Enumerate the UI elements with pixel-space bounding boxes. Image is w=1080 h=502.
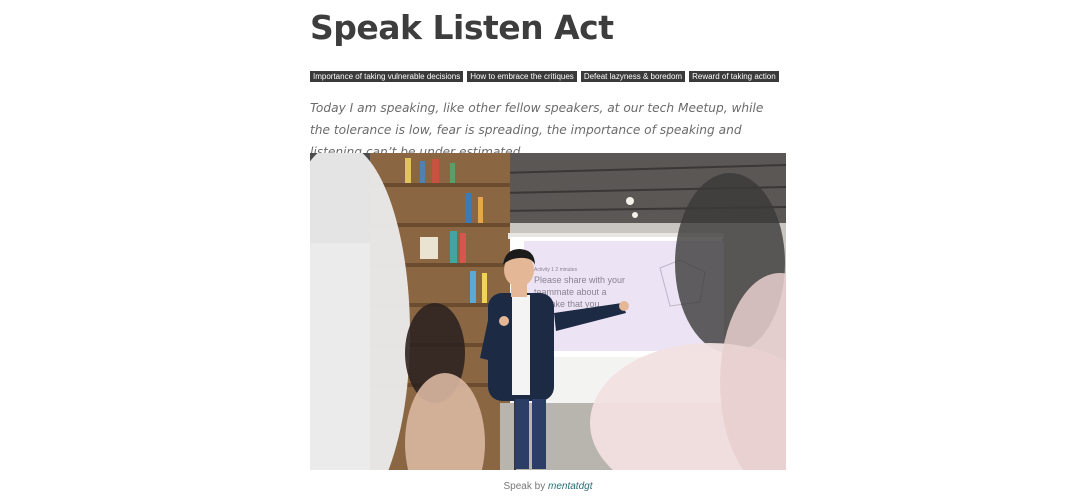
page-title: Speak Listen Act — [310, 8, 614, 47]
tag-embrace-critiques[interactable]: How to embrace the critiques — [467, 71, 577, 82]
tag-vulnerable-decisions[interactable]: Importance of taking vulnerable decision… — [310, 71, 464, 82]
svg-text:Activity 1 2 minutes: Activity 1 2 minutes — [534, 267, 578, 273]
tag-list: Importance of taking vulnerable decision… — [310, 71, 779, 82]
svg-text:Please share with your: Please share with your — [534, 275, 625, 285]
caption-prefix: Speak by — [503, 481, 546, 492]
caption-author-link[interactable]: mentatdgt — [548, 481, 592, 492]
tag-defeat-lazyness[interactable]: Defeat lazyness & boredom — [580, 71, 686, 82]
speaker-photo: Activity 1 2 minutes Please share with y… — [310, 153, 786, 470]
photo-caption: Speak by mentatdgt — [310, 481, 786, 492]
tag-reward-action[interactable]: Reward of taking action — [689, 71, 779, 82]
